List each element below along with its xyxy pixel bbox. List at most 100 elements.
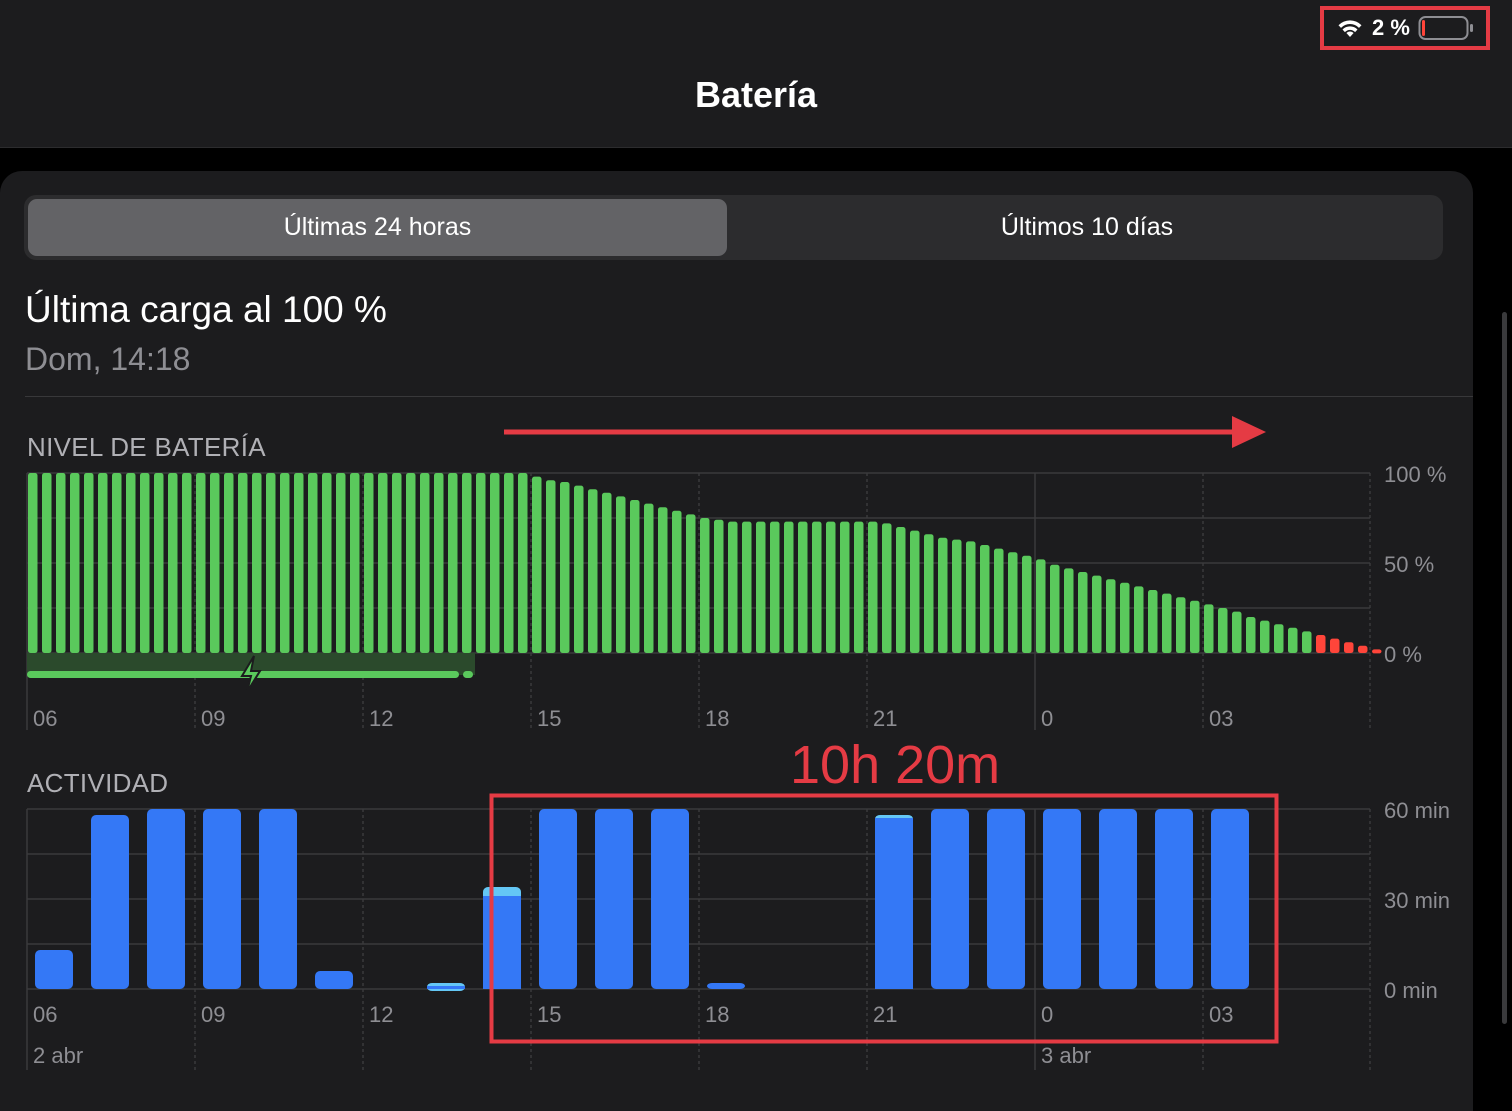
battery-level-bar xyxy=(112,473,122,653)
battery-level-bar xyxy=(756,521,766,653)
battery-x-tick: 18 xyxy=(705,706,729,731)
battery-level-bar xyxy=(56,473,66,653)
activity-bar-screen-on xyxy=(203,809,241,989)
battery-level-bar xyxy=(644,503,654,653)
battery-level-bar xyxy=(994,548,1004,653)
battery-level-bar xyxy=(336,473,346,653)
battery-level-bar xyxy=(252,473,262,653)
battery-level-bar xyxy=(1162,593,1172,653)
battery-level-bar xyxy=(980,545,990,653)
activity-y-tick: 0 min xyxy=(1384,978,1438,1003)
scrollbar[interactable] xyxy=(1502,312,1507,1024)
battery-level-bar xyxy=(490,473,500,653)
battery-level-bar xyxy=(322,473,332,653)
activity-bar-screen-on xyxy=(35,950,73,989)
battery-level-bar xyxy=(798,521,808,653)
battery-level-bar xyxy=(1316,635,1326,653)
date-label: 3 abr xyxy=(1041,1043,1091,1068)
battery-level-bar xyxy=(210,473,220,653)
battery-level-bar xyxy=(1148,590,1158,653)
activity-bar-screen-on-overlay xyxy=(427,986,465,989)
annotation-arrow-head xyxy=(1232,416,1266,448)
battery-level-bar xyxy=(728,521,738,653)
annotation-duration-label: 10h 20m xyxy=(790,735,1000,795)
battery-level-bar xyxy=(182,473,192,653)
battery-level-bar xyxy=(1358,645,1368,653)
battery-level-bar xyxy=(238,473,248,653)
battery-x-tick: 15 xyxy=(537,706,561,731)
battery-x-tick: 12 xyxy=(369,706,393,731)
battery-level-bar xyxy=(1218,608,1228,653)
battery-level-bar xyxy=(854,521,864,653)
battery-level-bar xyxy=(1204,604,1214,653)
battery-level-bar xyxy=(294,473,304,653)
battery-y-tick: 50 % xyxy=(1384,552,1434,577)
battery-y-tick: 100 % xyxy=(1384,462,1446,487)
battery-level-bar xyxy=(168,473,178,653)
activity-bar-screen-on-overlay xyxy=(483,896,521,989)
battery-level-bar xyxy=(84,473,94,653)
activity-bar-screen-on xyxy=(539,809,577,989)
battery-level-bar xyxy=(1274,624,1284,653)
battery-level-bar xyxy=(574,485,584,653)
charging-indicator-end xyxy=(463,671,473,678)
battery-level-bar xyxy=(462,473,472,653)
activity-bar-screen-on xyxy=(931,809,969,989)
battery-level-bar xyxy=(952,539,962,653)
battery-x-tick: 06 xyxy=(33,706,57,731)
activity-x-tick: 09 xyxy=(201,1002,225,1027)
activity-y-tick: 30 min xyxy=(1384,888,1450,913)
battery-level-bar xyxy=(392,473,402,653)
activity-x-tick: 0 xyxy=(1041,1002,1053,1027)
battery-x-tick: 0 xyxy=(1041,706,1053,731)
battery-level-bar xyxy=(1050,564,1060,653)
battery-level-bar xyxy=(364,473,374,653)
battery-level-bar xyxy=(1246,617,1256,653)
battery-level-bar xyxy=(1232,611,1242,653)
battery-level-bar xyxy=(1022,555,1032,653)
activity-y-tick: 60 min xyxy=(1384,798,1450,823)
battery-level-bar xyxy=(140,473,150,653)
activity-bar-screen-on xyxy=(1155,809,1193,989)
battery-level-bar xyxy=(672,510,682,653)
battery-level-bar xyxy=(1120,582,1130,653)
battery-level-bar xyxy=(406,473,416,653)
battery-level-bar xyxy=(350,473,360,653)
battery-level-bar xyxy=(910,530,920,653)
battery-level-bar xyxy=(630,500,640,653)
battery-level-bar xyxy=(224,473,234,653)
activity-bar-screen-on xyxy=(91,815,129,989)
battery-level-bar xyxy=(1064,568,1074,653)
battery-level-bar xyxy=(1190,600,1200,653)
battery-level-bar xyxy=(770,521,780,653)
battery-level-bar xyxy=(882,523,892,653)
battery-level-bar xyxy=(532,476,542,653)
battery-level-bar xyxy=(42,473,52,653)
battery-level-bar xyxy=(126,473,136,653)
battery-level-bar xyxy=(546,480,556,653)
battery-level-bar xyxy=(826,521,836,653)
battery-level-bar xyxy=(196,473,206,653)
battery-y-tick: 0 % xyxy=(1384,642,1422,667)
activity-bar-screen-on xyxy=(987,809,1025,989)
battery-level-bar xyxy=(966,541,976,653)
battery-level-bar xyxy=(1078,572,1088,653)
battery-level-bar xyxy=(70,473,80,653)
battery-level-bar xyxy=(812,521,822,653)
battery-level-bar xyxy=(98,473,108,653)
battery-level-bar xyxy=(840,521,850,653)
battery-level-bar xyxy=(1302,631,1312,653)
battery-level-bar xyxy=(784,521,794,653)
battery-x-tick: 21 xyxy=(873,706,897,731)
battery-level-bar xyxy=(714,519,724,653)
activity-x-tick: 21 xyxy=(873,1002,897,1027)
charts-canvas: 06 09 12 15 18 21 0 03 100 % 50 % 0 % 06 09 12 15 18 21 0… xyxy=(26,416,1450,1070)
battery-level-bar xyxy=(938,537,948,653)
battery-x-tick: 09 xyxy=(201,706,225,731)
battery-level-bar xyxy=(560,482,570,653)
activity-bar-screen-on-overlay xyxy=(875,818,913,989)
battery-level-bar xyxy=(1106,579,1116,653)
battery-level-bar xyxy=(378,473,388,653)
activity-x-tick: 06 xyxy=(33,1002,57,1027)
battery-level-bar xyxy=(658,507,668,653)
